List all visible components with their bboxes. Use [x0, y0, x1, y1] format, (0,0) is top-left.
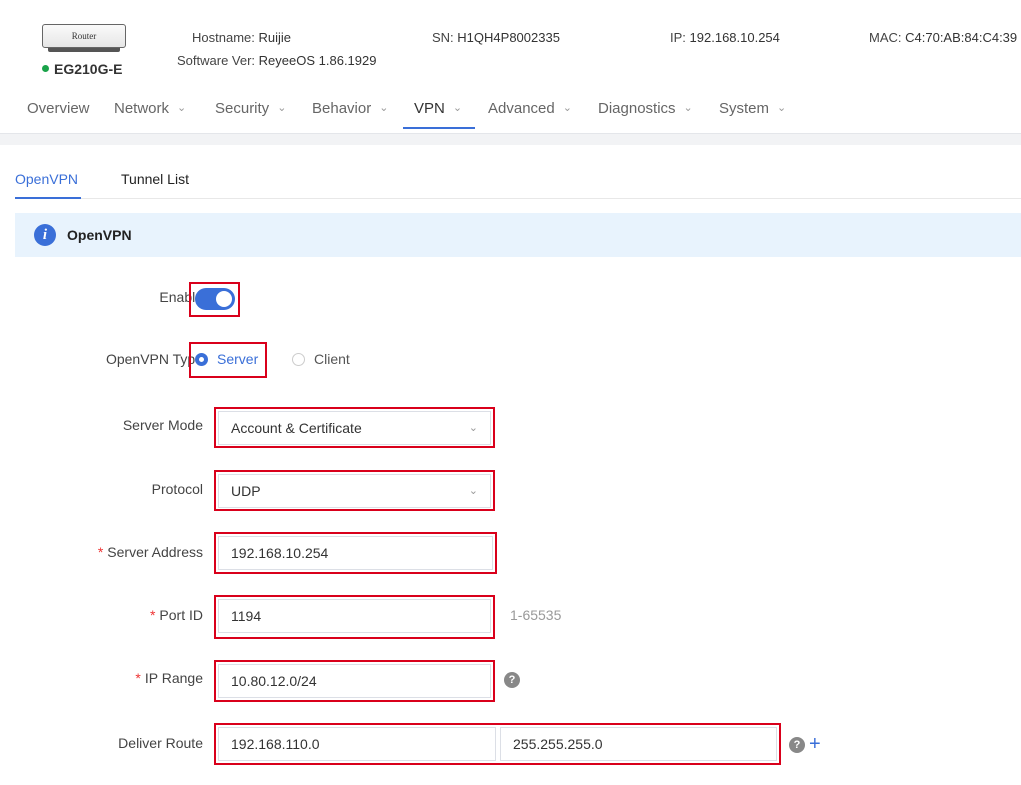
ip-info: IP: 192.168.10.254	[670, 30, 780, 45]
tab-tunnel-list[interactable]: Tunnel List	[121, 171, 189, 187]
nav-overview[interactable]: Overview	[27, 100, 90, 117]
server-address-label: * Server Address	[98, 544, 203, 560]
toggle-knob	[216, 291, 232, 307]
chevron-down-icon: ⌄	[468, 485, 478, 497]
device-model-text: EG210G-E	[54, 61, 123, 77]
radio-selected-icon	[195, 352, 208, 366]
tab-openvpn[interactable]: OpenVPN	[15, 171, 78, 187]
ip-range-label: * IP Range	[135, 670, 203, 686]
required-mark: *	[149, 607, 156, 623]
hostname-info: Hostname: Ruijie	[192, 30, 291, 45]
radio-unselected-icon	[292, 352, 305, 366]
add-route-icon[interactable]: +	[809, 734, 821, 754]
ip-value: 192.168.10.254	[689, 30, 780, 45]
protocol-value: UDP	[231, 483, 261, 499]
info-icon: i	[34, 224, 56, 246]
deliver-route-ip-input[interactable]: 192.168.110.0	[218, 727, 496, 761]
software-label: Software Ver:	[177, 53, 256, 68]
server-mode-value: Account & Certificate	[231, 420, 362, 436]
enable-toggle[interactable]	[195, 288, 235, 310]
online-status-dot	[42, 64, 49, 72]
nav-vpn[interactable]: VPN ⌄	[414, 100, 462, 117]
sn-value: H1QH4P8002335	[457, 30, 560, 45]
server-address-input[interactable]: 192.168.10.254	[218, 536, 493, 570]
main-panel: OpenVPN Tunnel List i OpenVPN Enable Ope…	[0, 145, 1021, 785]
nav-security[interactable]: Security ⌄	[215, 100, 286, 117]
chevron-down-icon: ⌄	[452, 102, 463, 114]
server-address-label-text: Server Address	[107, 544, 203, 560]
radio-client-label: Client	[314, 351, 350, 367]
router-icon-base	[48, 48, 120, 52]
sn-label: SN:	[432, 30, 454, 45]
nav-system[interactable]: System ⌄	[719, 100, 786, 117]
ip-range-label-text: IP Range	[144, 670, 203, 686]
radio-client[interactable]: Client	[292, 351, 350, 367]
mac-info: MAC: C4:70:AB:84:C4:39	[869, 30, 1017, 45]
chevron-down-icon: ⌄	[277, 102, 287, 114]
protocol-select[interactable]: UDP ⌄	[218, 474, 491, 508]
protocol-label: Protocol	[151, 481, 203, 497]
nav-active-indicator	[403, 127, 475, 129]
hostname-value: Ruijie	[258, 30, 292, 45]
server-mode-label: Server Mode	[122, 417, 203, 433]
port-id-label-text: Port ID	[159, 607, 203, 623]
sn-info: SN: H1QH4P8002335	[432, 30, 560, 45]
server-mode-select[interactable]: Account & Certificate ⌄	[218, 411, 491, 445]
required-mark: *	[97, 544, 104, 560]
nav-diagnostics[interactable]: Diagnostics ⌄	[598, 100, 693, 117]
help-icon[interactable]: ?	[504, 672, 520, 688]
port-id-label: * Port ID	[150, 607, 203, 623]
radio-server-label: Server	[217, 351, 259, 367]
required-mark: *	[135, 670, 141, 686]
nav-network[interactable]: Network ⌄	[114, 100, 186, 117]
section-banner: i OpenVPN	[15, 213, 1021, 257]
software-value: ReyeeOS 1.86.1929	[258, 53, 377, 68]
nav-advanced[interactable]: Advanced ⌄	[488, 100, 572, 117]
deliver-route-label: Deliver Route	[118, 735, 203, 751]
port-range-hint: 1-65535	[510, 607, 562, 623]
chevron-down-icon: ⌄	[562, 102, 572, 114]
chevron-down-icon: ⌄	[379, 102, 389, 114]
chevron-down-icon: ⌄	[683, 102, 693, 114]
mac-label: MAC:	[869, 30, 902, 45]
port-id-input[interactable]: 1194	[218, 599, 491, 633]
ip-label: IP:	[670, 30, 686, 45]
router-icon: Router	[42, 24, 126, 48]
deliver-route-mask-input[interactable]: 255.255.255.0	[500, 727, 777, 761]
chevron-down-icon: ⌄	[468, 422, 478, 434]
section-title: OpenVPN	[67, 227, 132, 243]
software-info: Software Ver: ReyeeOS 1.86.1929	[177, 53, 376, 68]
tab-active-indicator	[15, 197, 81, 199]
nav-behavior[interactable]: Behavior ⌄	[312, 100, 388, 117]
help-icon[interactable]: ?	[789, 737, 805, 753]
top-header: Router EG210G-E Hostname: Ruijie Softwar…	[0, 0, 1021, 134]
radio-server[interactable]: Server	[195, 351, 258, 367]
chevron-down-icon: ⌄	[777, 102, 787, 114]
ip-range-input[interactable]: 10.80.12.0/24	[218, 664, 491, 698]
hostname-label: Hostname:	[192, 30, 255, 45]
device-model: EG210G-E	[42, 61, 122, 77]
mac-value: C4:70:AB:84:C4:39	[905, 30, 1018, 45]
tab-divider	[15, 198, 1021, 199]
chevron-down-icon: ⌄	[177, 102, 187, 114]
